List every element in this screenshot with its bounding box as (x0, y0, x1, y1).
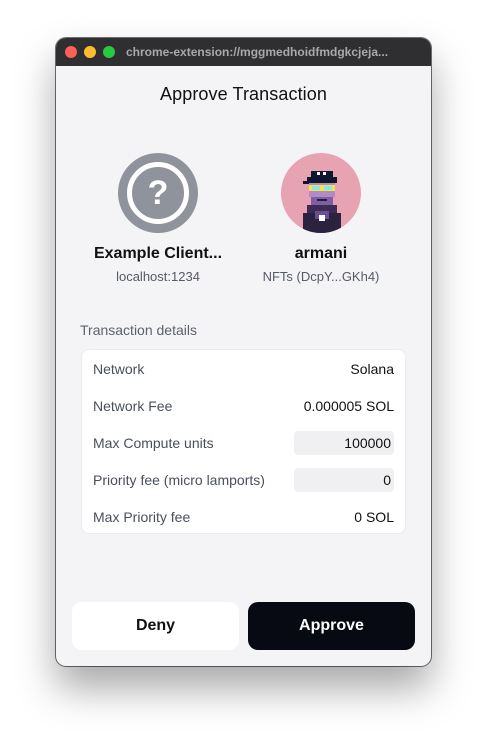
wallet-subtitle: NFTs (DcpY...GKh4) (262, 269, 380, 284)
question-mark-icon: ? (127, 162, 189, 224)
transaction-details-label: Transaction details (80, 322, 197, 338)
detail-value: Solana (350, 361, 394, 377)
transaction-details-card: Network Solana Network Fee 0.000005 SOL … (81, 349, 406, 534)
detail-key: Max Compute units (93, 435, 214, 451)
detail-key: Priority fee (micro lamports) (93, 472, 265, 488)
detail-value: 0.000005 SOL (303, 398, 394, 414)
page-title: Approve Transaction (160, 84, 327, 104)
client-origin: localhost:1234 (116, 269, 200, 284)
extension-window: chrome-extension://mggmedhoidfmdgkcjeja.… (56, 38, 431, 666)
close-window-button[interactable] (65, 46, 77, 58)
detail-key: Network (93, 361, 145, 377)
detail-key: Max Priority fee (93, 509, 191, 525)
deny-button[interactable]: Deny (72, 602, 239, 650)
detail-row-priority-fee: Priority fee (micro lamports) 0 (93, 468, 394, 492)
title-bar: chrome-extension://mggmedhoidfmdgkcjeja.… (56, 38, 431, 66)
priority-fee-input[interactable]: 0 (294, 468, 394, 492)
detail-value: 0 SOL (354, 509, 394, 525)
detail-key: Network Fee (93, 398, 173, 414)
window-url: chrome-extension://mggmedhoidfmdgkcjeja.… (126, 45, 389, 59)
max-compute-units-input[interactable]: 100000 (294, 431, 394, 455)
zoom-window-button[interactable] (103, 46, 115, 58)
client-party: ? Example Client... localhost:1234 (78, 153, 238, 284)
wallet-name: armani (294, 245, 348, 262)
detail-row-max-compute-units: Max Compute units 100000 (93, 431, 394, 455)
wallet-party: armani NFTs (DcpY...GKh4) (241, 153, 401, 284)
wallet-avatar (281, 153, 361, 233)
client-avatar: ? (118, 153, 198, 233)
detail-row-max-priority-fee: Max Priority fee 0 SOL (93, 505, 394, 529)
detail-row-network-fee: Network Fee 0.000005 SOL (93, 394, 394, 418)
minimize-window-button[interactable] (84, 46, 96, 58)
client-name: Example Client... (93, 245, 223, 262)
nft-avatar-icon (303, 171, 341, 233)
approve-button[interactable]: Approve (248, 602, 415, 650)
detail-row-network: Network Solana (93, 357, 394, 381)
